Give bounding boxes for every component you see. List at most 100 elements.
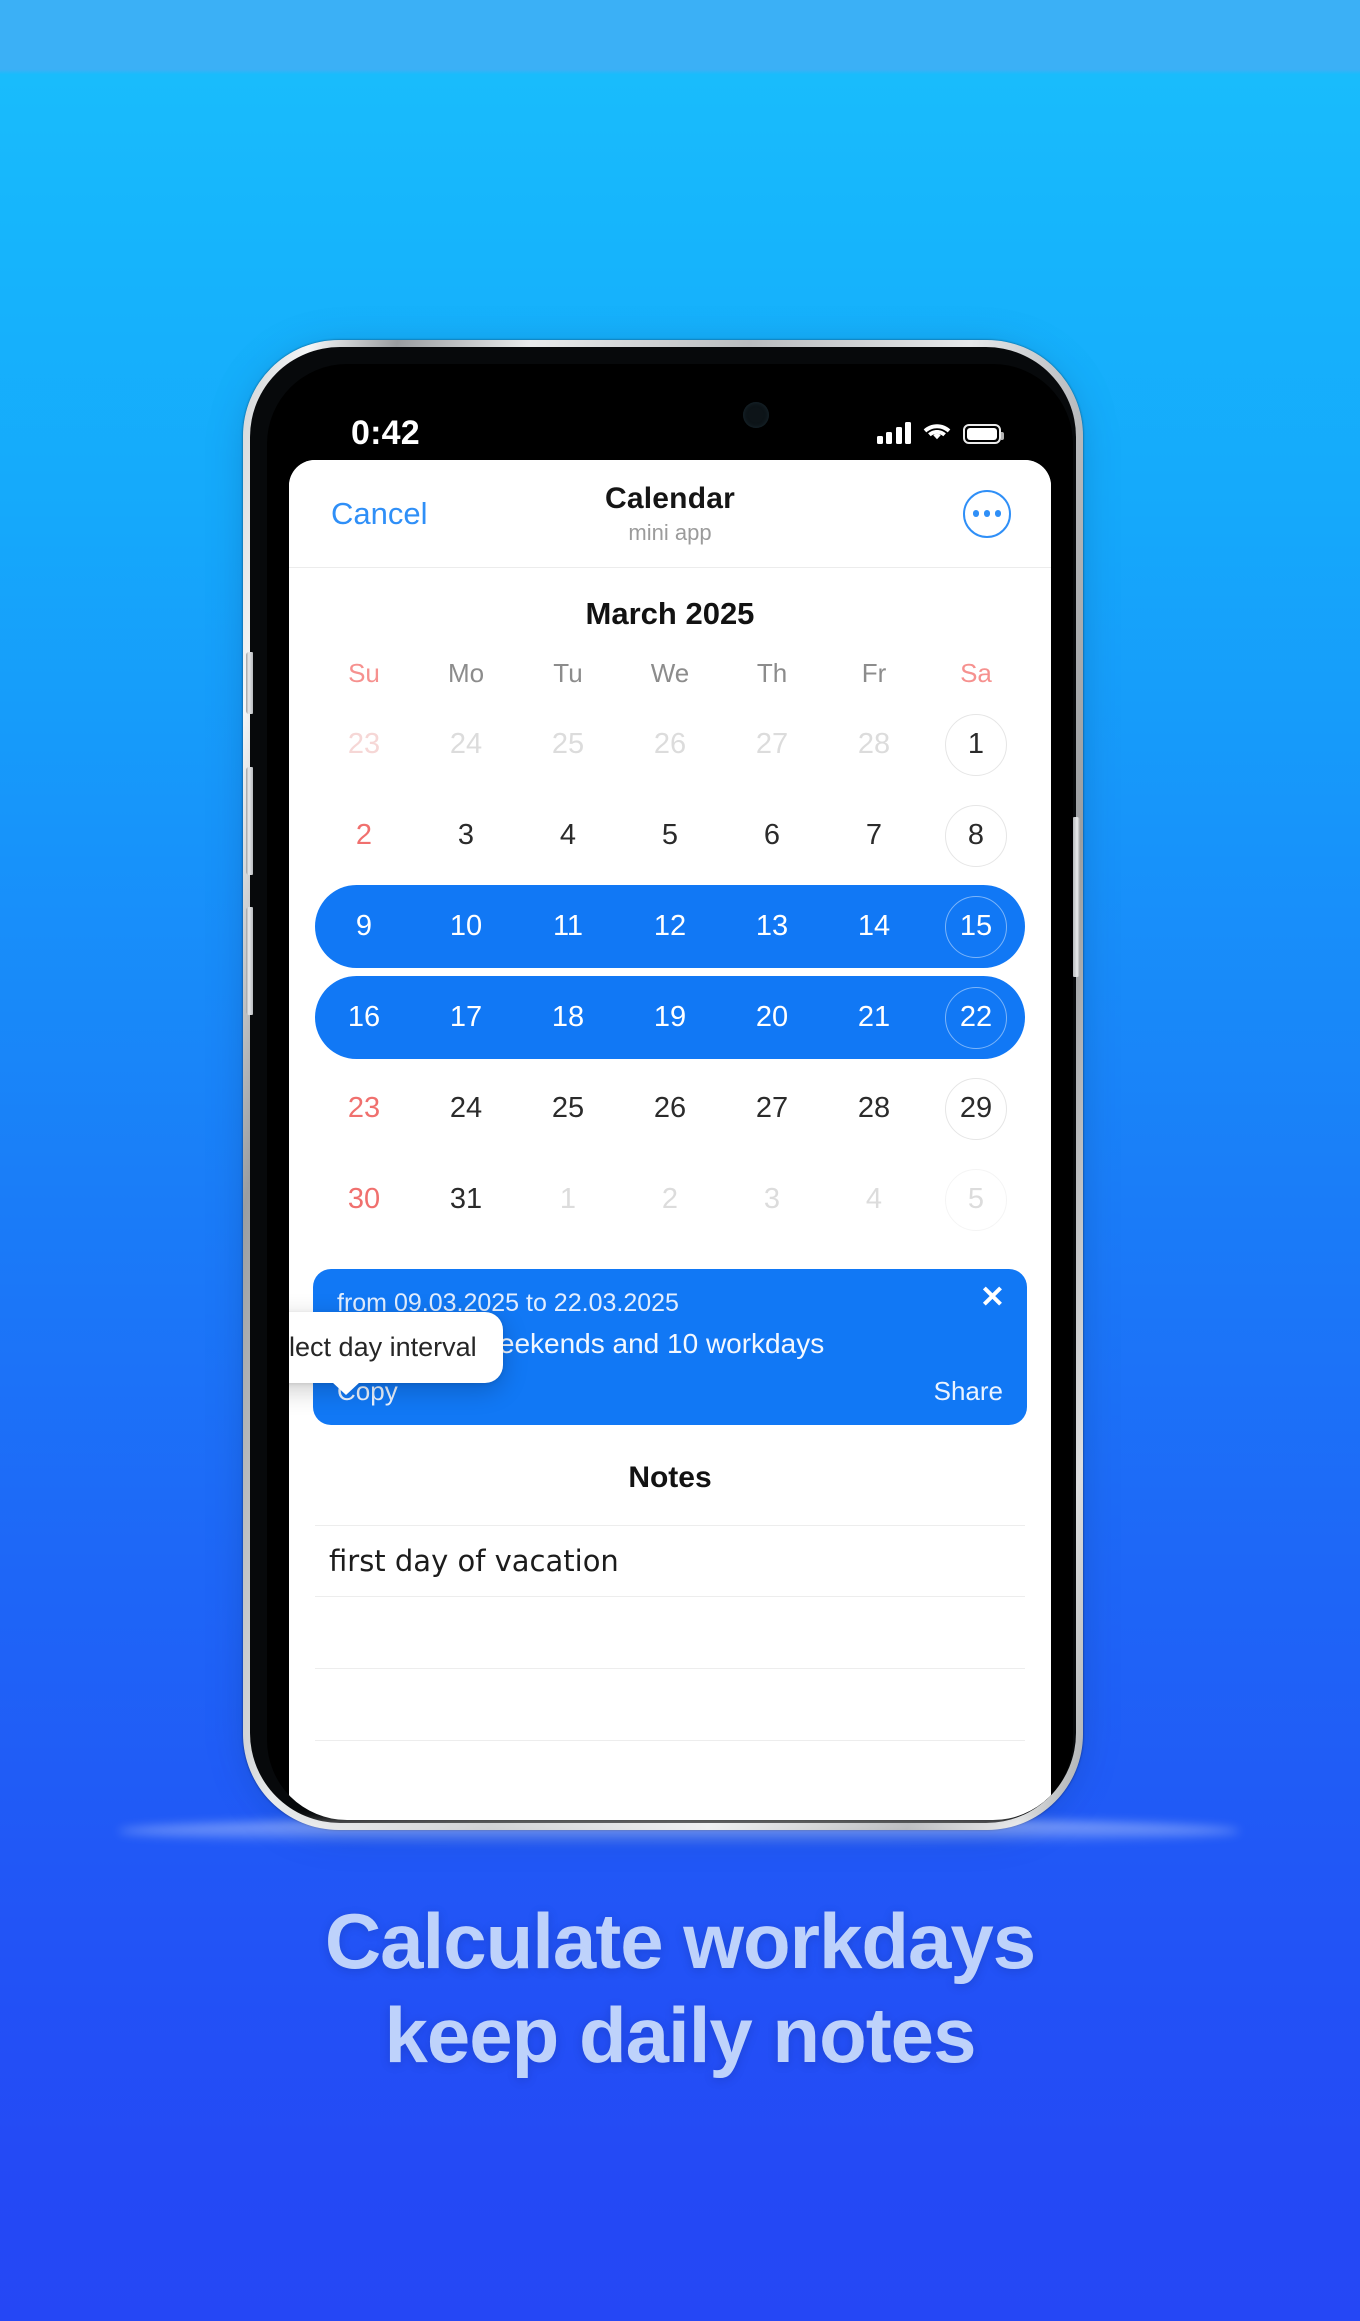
calendar-day-cell[interactable]: 24 (415, 1094, 517, 1123)
volume-up-button[interactable] (246, 767, 253, 875)
calendar-day-label: 30 (347, 1183, 381, 1215)
note-row[interactable] (315, 1597, 1025, 1669)
share-button[interactable]: Share (934, 1376, 1003, 1407)
calendar-day-cell[interactable]: 31 (415, 1185, 517, 1214)
calendar-day-cell[interactable]: 2 (619, 1185, 721, 1214)
calendar-day-cell[interactable]: 26 (619, 1094, 721, 1123)
calendar-day-cell[interactable]: 15 (925, 895, 1027, 958)
calendar-week-row: 9 10 11 12 13 14 15 (313, 881, 1027, 972)
calendar-day-cell[interactable]: 2 (313, 821, 415, 850)
calendar-day-cell[interactable]: 28 (823, 730, 925, 759)
calendar-day-cell[interactable]: 10 (415, 912, 517, 941)
calendar-day-label: 27 (755, 728, 789, 760)
cellular-signal-icon (876, 422, 911, 444)
calendar-day-label: 24 (449, 1092, 483, 1124)
calendar-day-cell[interactable]: 12 (619, 912, 721, 941)
calendar-day-label: 6 (763, 819, 781, 851)
calendar-day-cell[interactable]: 27 (721, 1094, 823, 1123)
hold-hint-tooltip: Hold to select day interval (289, 1312, 503, 1395)
notes-title: Notes (628, 1461, 712, 1494)
calendar-day-cell[interactable]: 11 (517, 912, 619, 941)
calendar-day-label: 13 (755, 910, 789, 942)
calendar-day-cell[interactable]: 17 (415, 1003, 517, 1032)
calendar-day-cell[interactable]: 8 (925, 804, 1027, 867)
calendar-day-cell[interactable]: 14 (823, 912, 925, 941)
dynamic-island (541, 384, 799, 446)
calendar-day-cell[interactable]: 5 (925, 1168, 1027, 1231)
navbar-titles: Calendar mini app (605, 482, 735, 546)
tooltip-rest-text: to select day interval (289, 1332, 477, 1362)
calendar-day-cell[interactable]: 25 (517, 730, 619, 759)
calendar-week-row: 23 24 25 26 27 28 29 (313, 1063, 1027, 1154)
calendar-day-label: 26 (653, 728, 687, 760)
calendar-day-label: 18 (551, 1001, 585, 1033)
calendar-day-cell[interactable]: 24 (415, 730, 517, 759)
page-title: Calendar (605, 481, 735, 515)
phone-mockup: 0:42 Cancel Calendar mini app March 2025… (243, 340, 1083, 1830)
calendar-day-label: 1 (945, 713, 1007, 776)
mute-switch-button[interactable] (246, 652, 253, 714)
calendar-day-cell[interactable]: 16 (313, 1003, 415, 1032)
battery-full-icon (963, 424, 1004, 444)
power-button[interactable] (1073, 817, 1080, 977)
calendar-day-label: 2 (355, 819, 373, 851)
calendar-day-cell[interactable]: 27 (721, 730, 823, 759)
calendar-day-cell[interactable]: 1 (925, 713, 1027, 776)
calendar-day-cell[interactable]: 22 (925, 986, 1027, 1049)
calendar-day-label: 21 (857, 1001, 891, 1033)
calendar-day-label: 28 (857, 1092, 891, 1124)
calendar-week-row: 23 24 25 26 27 28 1 (313, 699, 1027, 790)
status-bar-clock: 0:42 (351, 414, 420, 452)
calendar-weekday-header: Su Mo Tu We Th Fr Sa (313, 658, 1027, 699)
calendar-day-cell[interactable]: 4 (823, 1185, 925, 1214)
cancel-button[interactable]: Cancel (331, 496, 428, 532)
calendar-day-cell[interactable]: 9 (313, 912, 415, 941)
calendar-day-label: 22 (945, 986, 1007, 1049)
note-text: first day of vacation (329, 1544, 619, 1578)
calendar-day-cell[interactable]: 13 (721, 912, 823, 941)
page-subtitle: mini app (628, 519, 712, 545)
calendar-day-label: 5 (661, 819, 679, 851)
wifi-icon (923, 422, 951, 444)
calendar-weekday-su: Su (348, 658, 380, 688)
more-options-icon[interactable] (963, 489, 1011, 538)
calendar-day-cell[interactable]: 20 (721, 1003, 823, 1032)
calendar-day-cell[interactable]: 23 (313, 1094, 415, 1123)
calendar-day-cell[interactable]: 6 (721, 821, 823, 850)
calendar-day-label: 12 (653, 910, 687, 942)
calendar-day-cell[interactable]: 25 (517, 1094, 619, 1123)
calendar-day-cell[interactable]: 18 (517, 1003, 619, 1032)
calendar-day-cell[interactable]: 5 (619, 821, 721, 850)
calendar-day-cell[interactable]: 23 (313, 730, 415, 759)
calendar-day-cell[interactable]: 3 (721, 1185, 823, 1214)
volume-down-button[interactable] (246, 907, 253, 1015)
calendar-day-cell[interactable]: 3 (415, 821, 517, 850)
calendar-day-cell[interactable]: 28 (823, 1094, 925, 1123)
note-row[interactable]: first day of vacation (315, 1525, 1025, 1597)
caption-line-1: Calculate workdays (324, 1897, 1036, 1985)
calendar-day-cell[interactable]: 21 (823, 1003, 925, 1032)
phone-bezel: 0:42 Cancel Calendar mini app March 2025… (246, 347, 1080, 1823)
calendar-day-cell[interactable]: 7 (823, 821, 925, 850)
close-icon[interactable]: ✕ (980, 1283, 1005, 1313)
calendar-day-cell[interactable]: 1 (517, 1185, 619, 1214)
calendar-day-label: 10 (449, 910, 483, 942)
calendar-day-cell[interactable]: 26 (619, 730, 721, 759)
note-row[interactable] (315, 1669, 1025, 1741)
calendar-weekday-fr: Fr (861, 658, 887, 688)
status-bar-icons (876, 414, 1004, 444)
calendar-day-cell[interactable]: 19 (619, 1003, 721, 1032)
calendar-day-label: 27 (755, 1092, 789, 1124)
calendar-day-cell[interactable]: 4 (517, 821, 619, 850)
calendar-weekday-th: Th (756, 658, 788, 688)
calendar-day-label: 3 (457, 819, 475, 851)
calendar-day-label: 11 (552, 910, 584, 942)
front-camera-icon (743, 402, 769, 428)
calendar-weekday-tu: Tu (553, 658, 583, 688)
calendar-day-cell[interactable]: 30 (313, 1185, 415, 1214)
calendar-day-label: 14 (857, 910, 891, 942)
calendar-day-cell[interactable]: 29 (925, 1077, 1027, 1140)
phone-reflection (118, 1818, 1240, 1844)
calendar-day-label: 5 (945, 1168, 1007, 1231)
app-navbar: Cancel Calendar mini app (289, 460, 1051, 568)
